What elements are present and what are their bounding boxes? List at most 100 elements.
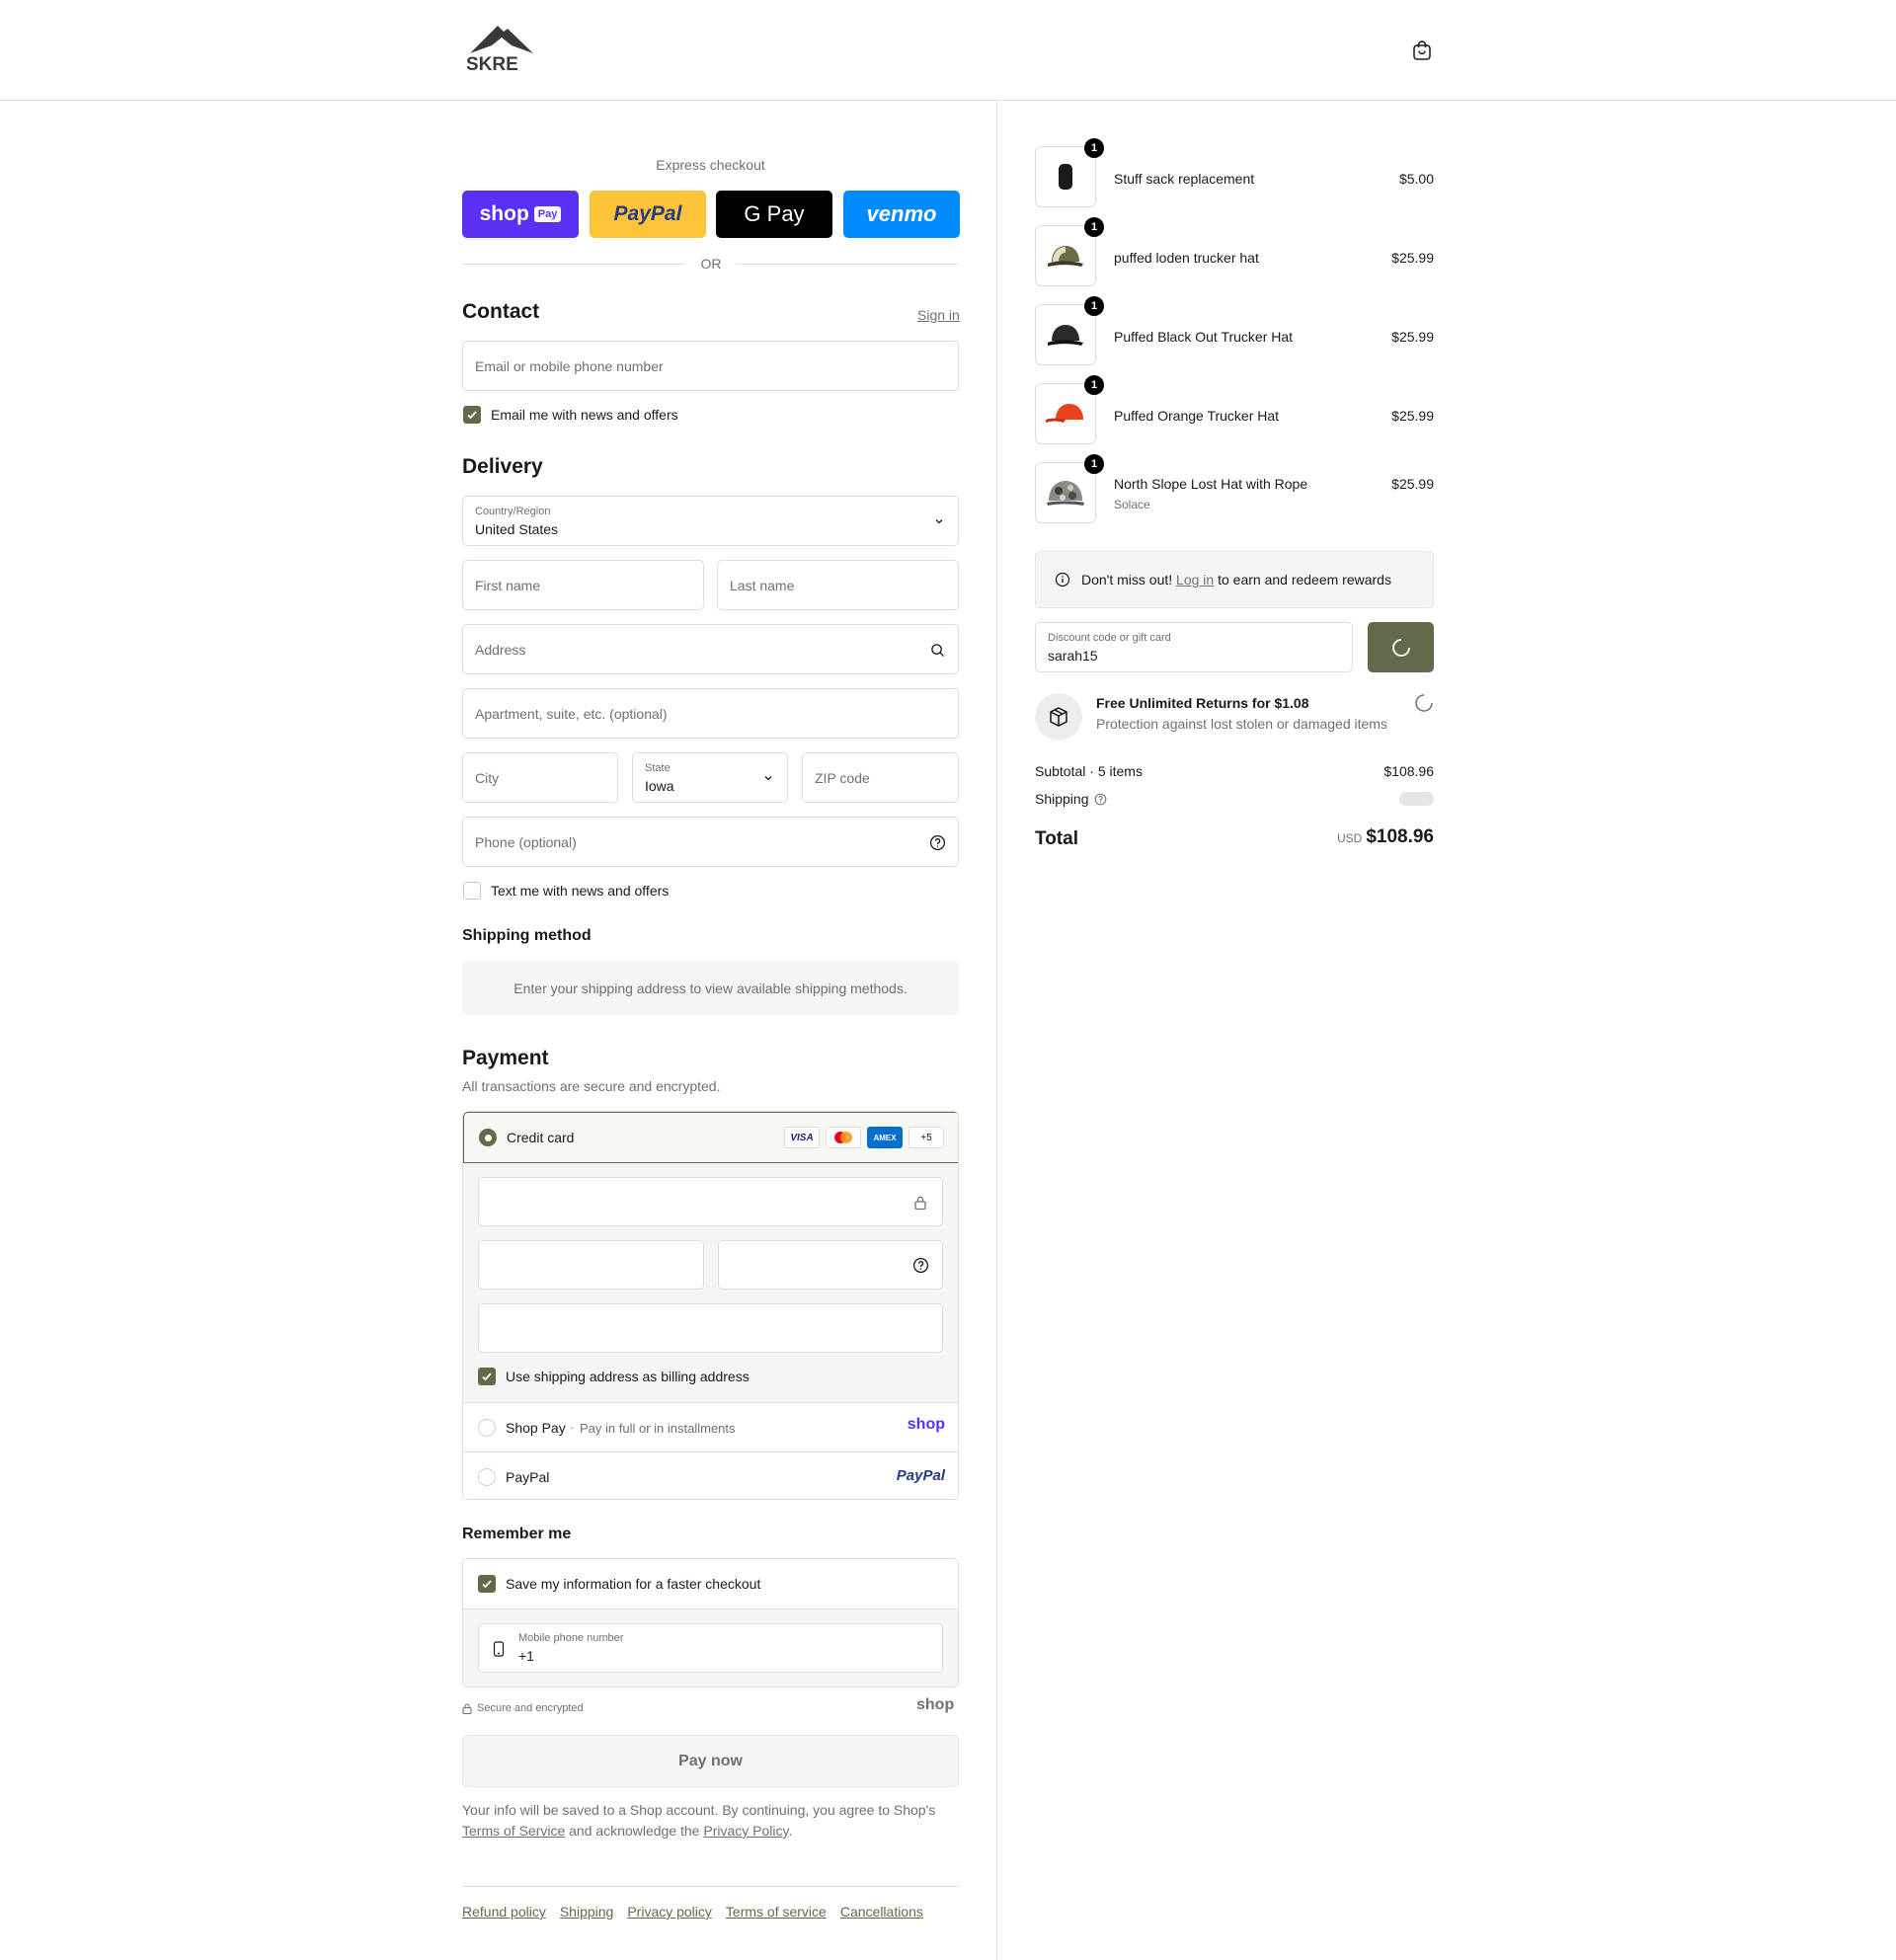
camo-hat-image — [1047, 481, 1084, 506]
email-news-checkbox[interactable] — [463, 406, 481, 424]
country-label: Country/Region — [475, 506, 551, 517]
card-form: Use shipping address as billing address — [463, 1163, 958, 1402]
payment-subtitle: All transactions are secure and encrypte… — [462, 1078, 721, 1094]
last-name-field[interactable]: Last name — [717, 560, 959, 610]
total-label: Total — [1035, 828, 1078, 849]
shop-logo: shop — [907, 1416, 945, 1433]
card-number-field[interactable] — [478, 1177, 943, 1226]
skre-logo[interactable]: SKRE — [462, 24, 541, 75]
loden-hat-image — [1048, 246, 1083, 267]
checkmark-icon — [482, 1580, 492, 1589]
name-on-card-field[interactable] — [478, 1303, 943, 1353]
quantity-badge: 1 — [1084, 217, 1104, 237]
paypal-radio[interactable] — [478, 1468, 496, 1486]
log-in-link[interactable]: Log in — [1176, 572, 1214, 588]
amex-icon: AMEX — [867, 1127, 903, 1148]
apartment-placeholder: Apartment, suite, etc. (optional) — [475, 706, 668, 722]
country-select[interactable]: Country/Region United States — [462, 496, 959, 546]
sign-in-link[interactable]: Sign in — [917, 307, 960, 323]
svg-text:SKRE: SKRE — [466, 54, 518, 73]
paypal-option[interactable]: PayPal PayPal — [463, 1451, 958, 1499]
help-icon[interactable] — [912, 1257, 929, 1274]
save-info-label: Save my information for a faster checkou… — [506, 1576, 761, 1592]
quantity-badge: 1 — [1084, 296, 1104, 316]
cancellations-link[interactable]: Cancellations — [840, 1904, 923, 1920]
state-value: Iowa — [645, 778, 674, 794]
address-field[interactable]: Address — [462, 624, 959, 674]
credit-card-label: Credit card — [507, 1130, 575, 1145]
terms-of-service-link[interactable]: Terms of Service — [462, 1823, 565, 1839]
refund-policy-link[interactable]: Refund policy — [462, 1904, 546, 1920]
apply-discount-button[interactable] — [1368, 622, 1434, 672]
discount-label: Discount code or gift card — [1048, 632, 1171, 644]
shipping-method-message: Enter your shipping address to view avai… — [514, 980, 908, 996]
first-name-field[interactable]: First name — [462, 560, 704, 610]
shipping-label: Shipping — [1035, 791, 1089, 807]
email-placeholder: Email or mobile phone number — [475, 358, 664, 374]
credit-card-option[interactable]: Credit card VISA AMEX +5 — [463, 1112, 958, 1163]
shopping-bag-icon[interactable] — [1410, 39, 1434, 62]
item-name: Puffed Black Out Trucker Hat — [1114, 329, 1294, 345]
item-name: Puffed Orange Trucker Hat — [1114, 408, 1280, 424]
remember-me-box: Save my information for a faster checkou… — [462, 1558, 959, 1687]
returns-title: Free Unlimited Returns for $1.08 — [1096, 695, 1309, 711]
email-news-label: Email me with news and offers — [491, 407, 678, 423]
cart-item: 1 Puffed Black Out Trucker Hat $25.99 — [1035, 296, 1434, 367]
privacy-policy-footer-link[interactable]: Privacy policy — [627, 1904, 712, 1920]
item-price: $25.99 — [1391, 250, 1434, 266]
total-value: $108.96 — [1366, 826, 1434, 847]
zip-field[interactable]: ZIP code — [802, 752, 959, 803]
shipping-policy-link[interactable]: Shipping — [560, 1904, 614, 1920]
info-icon — [1055, 572, 1070, 588]
discount-value: sarah15 — [1048, 648, 1098, 664]
shop-pay-option[interactable]: Shop Pay · Pay in full or in installment… — [463, 1402, 958, 1451]
item-price: $25.99 — [1391, 329, 1434, 345]
billing-same-checkbox[interactable] — [478, 1368, 496, 1385]
google-pay-button[interactable]: G Pay — [716, 191, 832, 238]
phone-placeholder: Phone (optional) — [475, 834, 577, 850]
legal-end: . — [788, 1823, 793, 1839]
shop-pay-wordmark: shop — [479, 202, 529, 225]
card-brands: VISA AMEX +5 — [784, 1127, 944, 1148]
credit-card-radio[interactable] — [479, 1129, 497, 1146]
orange-hat-image — [1046, 404, 1083, 423]
expiration-field[interactable] — [478, 1240, 704, 1290]
paypal-express-button[interactable]: PayPal — [590, 191, 706, 238]
currency-code: USD — [1336, 831, 1363, 845]
save-info-row[interactable]: Save my information for a faster checkou… — [463, 1559, 958, 1608]
pay-now-button[interactable]: Pay now — [462, 1735, 959, 1787]
last-name-placeholder: Last name — [730, 578, 795, 593]
email-field[interactable]: Email or mobile phone number — [462, 341, 959, 391]
stuff-sack-image — [1059, 164, 1072, 190]
rewards-post: to earn and redeem rewards — [1218, 572, 1391, 588]
terms-of-service-footer-link[interactable]: Terms of service — [726, 1904, 827, 1920]
phone-field[interactable]: Phone (optional) — [462, 817, 959, 867]
legal-text: Your info will be saved to a Shop accoun… — [462, 1800, 959, 1842]
venmo-button[interactable]: venmo — [843, 191, 960, 238]
shipping-method-heading: Shipping method — [462, 927, 592, 944]
venmo-wordmark: venmo — [866, 201, 937, 226]
quantity-badge: 1 — [1084, 138, 1104, 158]
text-news-checkbox[interactable] — [463, 882, 481, 900]
item-price: $25.99 — [1391, 408, 1434, 424]
shop-pay-button[interactable]: shop Pay — [462, 191, 579, 238]
privacy-policy-link[interactable]: Privacy Policy — [703, 1823, 788, 1839]
save-info-checkbox[interactable] — [478, 1575, 496, 1593]
returns-desc: Protection against lost stolen or damage… — [1096, 716, 1387, 732]
city-field[interactable]: City — [462, 752, 618, 803]
mobile-phone-icon — [493, 1641, 505, 1657]
mobile-phone-field[interactable]: Mobile phone number +1 — [478, 1623, 943, 1673]
chevron-down-icon — [764, 776, 772, 781]
subtotal-label: Subtotal · 5 items — [1035, 763, 1143, 779]
security-code-field[interactable] — [718, 1240, 943, 1290]
shop-pay-radio[interactable] — [478, 1419, 496, 1437]
apartment-field[interactable]: Apartment, suite, etc. (optional) — [462, 688, 959, 739]
help-icon[interactable] — [1094, 793, 1107, 806]
item-name: Stuff sack replacement — [1114, 171, 1255, 187]
help-icon[interactable] — [929, 834, 946, 851]
total-amount: USD $108.96 — [1325, 826, 1434, 848]
payment-heading: Payment — [462, 1047, 549, 1069]
discount-code-field[interactable]: Discount code or gift card sarah15 — [1035, 622, 1353, 672]
gpay-wordmark: G Pay — [744, 201, 805, 226]
state-select[interactable]: State Iowa — [632, 752, 788, 803]
